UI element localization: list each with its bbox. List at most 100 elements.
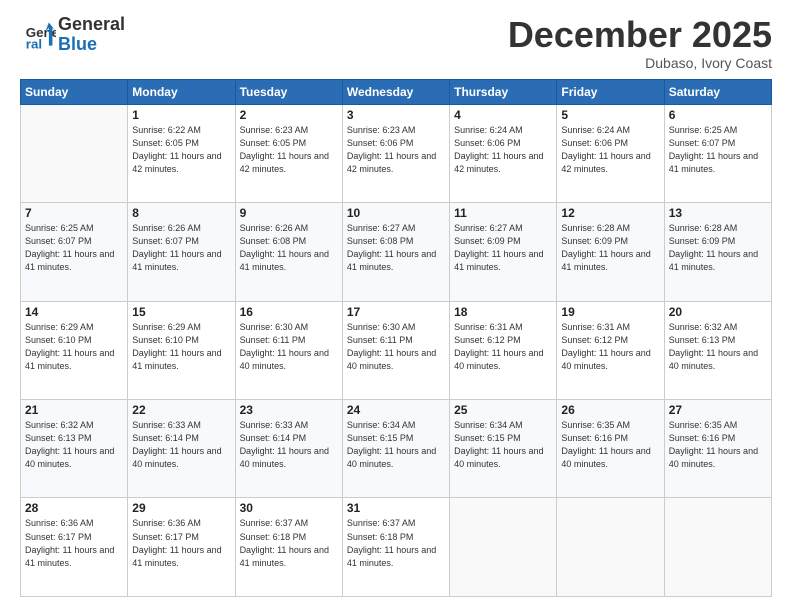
day-number: 3 — [347, 108, 445, 122]
day-detail: Sunrise: 6:24 AMSunset: 6:06 PMDaylight:… — [454, 124, 552, 176]
weekday-sunday: Sunday — [21, 79, 128, 104]
day-detail: Sunrise: 6:30 AMSunset: 6:11 PMDaylight:… — [347, 321, 445, 373]
day-number: 31 — [347, 501, 445, 515]
day-detail: Sunrise: 6:25 AMSunset: 6:07 PMDaylight:… — [25, 222, 123, 274]
calendar-cell: 18 Sunrise: 6:31 AMSunset: 6:12 PMDayligh… — [450, 301, 557, 399]
calendar-cell: 17 Sunrise: 6:30 AMSunset: 6:11 PMDayligh… — [342, 301, 449, 399]
weekday-header-row: SundayMondayTuesdayWednesdayThursdayFrid… — [21, 79, 772, 104]
calendar-cell: 7 Sunrise: 6:25 AMSunset: 6:07 PMDaylight… — [21, 203, 128, 301]
day-detail: Sunrise: 6:36 AMSunset: 6:17 PMDaylight:… — [25, 517, 123, 569]
day-detail: Sunrise: 6:27 AMSunset: 6:08 PMDaylight:… — [347, 222, 445, 274]
day-number: 22 — [132, 403, 230, 417]
day-detail: Sunrise: 6:32 AMSunset: 6:13 PMDaylight:… — [25, 419, 123, 471]
calendar-cell: 15Sunrise: 6:29 AMSunset: 6:10 PMDayligh… — [128, 301, 235, 399]
calendar-cell: 27 Sunrise: 6:35 AMSunset: 6:16 PMDayligh… — [664, 400, 771, 498]
day-detail: Sunrise: 6:34 AMSunset: 6:15 PMDaylight:… — [347, 419, 445, 471]
day-number: 7 — [25, 206, 123, 220]
day-detail: Sunrise: 6:23 AMSunset: 6:06 PMDaylight:… — [347, 124, 445, 176]
day-detail: Sunrise: 6:26 AMSunset: 6:08 PMDaylight:… — [240, 222, 338, 274]
day-number: 5 — [561, 108, 659, 122]
logo-icon: Gene ral — [24, 19, 56, 51]
day-number: 6 — [669, 108, 767, 122]
week-row-5: 28Sunrise: 6:36 AMSunset: 6:17 PMDayligh… — [21, 498, 772, 597]
calendar-cell: 2 Sunrise: 6:23 AMSunset: 6:05 PMDaylight… — [235, 104, 342, 202]
day-number: 13 — [669, 206, 767, 220]
calendar-cell: 23Sunrise: 6:33 AMSunset: 6:14 PMDayligh… — [235, 400, 342, 498]
weekday-monday: Monday — [128, 79, 235, 104]
week-row-4: 21 Sunrise: 6:32 AMSunset: 6:13 PMDayligh… — [21, 400, 772, 498]
title-block: December 2025 Dubaso, Ivory Coast — [508, 15, 772, 71]
day-detail: Sunrise: 6:35 AMSunset: 6:16 PMDaylight:… — [669, 419, 767, 471]
day-number: 21 — [25, 403, 123, 417]
calendar-cell: 13 Sunrise: 6:28 AMSunset: 6:09 PMDayligh… — [664, 203, 771, 301]
calendar-cell: 30Sunrise: 6:37 AMSunset: 6:18 PMDayligh… — [235, 498, 342, 597]
calendar-cell: 12 Sunrise: 6:28 AMSunset: 6:09 PMDayligh… — [557, 203, 664, 301]
header: Gene ral General Blue December 2025 Duba… — [20, 15, 772, 71]
day-number: 17 — [347, 305, 445, 319]
day-detail: Sunrise: 6:26 AMSunset: 6:07 PMDaylight:… — [132, 222, 230, 274]
weekday-thursday: Thursday — [450, 79, 557, 104]
calendar-cell: 25 Sunrise: 6:34 AMSunset: 6:15 PMDayligh… — [450, 400, 557, 498]
calendar-cell — [664, 498, 771, 597]
day-number: 16 — [240, 305, 338, 319]
day-number: 14 — [25, 305, 123, 319]
day-detail: Sunrise: 6:34 AMSunset: 6:15 PMDaylight:… — [454, 419, 552, 471]
day-number: 8 — [132, 206, 230, 220]
calendar-cell: 22Sunrise: 6:33 AMSunset: 6:14 PMDayligh… — [128, 400, 235, 498]
calendar-cell — [450, 498, 557, 597]
day-detail: Sunrise: 6:36 AMSunset: 6:17 PMDaylight:… — [132, 517, 230, 569]
day-number: 12 — [561, 206, 659, 220]
svg-text:ral: ral — [26, 36, 42, 51]
day-detail: Sunrise: 6:24 AMSunset: 6:06 PMDaylight:… — [561, 124, 659, 176]
day-number: 4 — [454, 108, 552, 122]
day-detail: Sunrise: 6:28 AMSunset: 6:09 PMDaylight:… — [669, 222, 767, 274]
location: Dubaso, Ivory Coast — [508, 55, 772, 71]
logo-line1: General — [58, 15, 125, 35]
day-detail: Sunrise: 6:23 AMSunset: 6:05 PMDaylight:… — [240, 124, 338, 176]
day-number: 10 — [347, 206, 445, 220]
calendar-cell: 31 Sunrise: 6:37 AMSunset: 6:18 PMDayligh… — [342, 498, 449, 597]
day-detail: Sunrise: 6:37 AMSunset: 6:18 PMDaylight:… — [347, 517, 445, 569]
calendar-cell: 29Sunrise: 6:36 AMSunset: 6:17 PMDayligh… — [128, 498, 235, 597]
day-detail: Sunrise: 6:32 AMSunset: 6:13 PMDaylight:… — [669, 321, 767, 373]
day-number: 25 — [454, 403, 552, 417]
day-detail: Sunrise: 6:35 AMSunset: 6:16 PMDaylight:… — [561, 419, 659, 471]
day-number: 19 — [561, 305, 659, 319]
logo: Gene ral General Blue — [20, 15, 125, 55]
day-number: 18 — [454, 305, 552, 319]
day-detail: Sunrise: 6:28 AMSunset: 6:09 PMDaylight:… — [561, 222, 659, 274]
day-detail: Sunrise: 6:33 AMSunset: 6:14 PMDaylight:… — [240, 419, 338, 471]
logo-line2: Blue — [58, 35, 125, 55]
calendar-cell: 6 Sunrise: 6:25 AMSunset: 6:07 PMDaylight… — [664, 104, 771, 202]
calendar-cell: 20 Sunrise: 6:32 AMSunset: 6:13 PMDayligh… — [664, 301, 771, 399]
calendar-cell: 19 Sunrise: 6:31 AMSunset: 6:12 PMDayligh… — [557, 301, 664, 399]
week-row-1: 1Sunrise: 6:22 AMSunset: 6:05 PMDaylight… — [21, 104, 772, 202]
calendar-cell: 11Sunrise: 6:27 AMSunset: 6:09 PMDayligh… — [450, 203, 557, 301]
day-number: 24 — [347, 403, 445, 417]
calendar-cell: 9 Sunrise: 6:26 AMSunset: 6:08 PMDaylight… — [235, 203, 342, 301]
weekday-wednesday: Wednesday — [342, 79, 449, 104]
day-number: 2 — [240, 108, 338, 122]
day-detail: Sunrise: 6:27 AMSunset: 6:09 PMDaylight:… — [454, 222, 552, 274]
day-number: 20 — [669, 305, 767, 319]
calendar-cell — [21, 104, 128, 202]
calendar-cell: 26 Sunrise: 6:35 AMSunset: 6:16 PMDayligh… — [557, 400, 664, 498]
calendar-cell: 21 Sunrise: 6:32 AMSunset: 6:13 PMDayligh… — [21, 400, 128, 498]
calendar-cell: 14 Sunrise: 6:29 AMSunset: 6:10 PMDayligh… — [21, 301, 128, 399]
week-row-2: 7 Sunrise: 6:25 AMSunset: 6:07 PMDaylight… — [21, 203, 772, 301]
day-detail: Sunrise: 6:25 AMSunset: 6:07 PMDaylight:… — [669, 124, 767, 176]
day-number: 26 — [561, 403, 659, 417]
day-detail: Sunrise: 6:31 AMSunset: 6:12 PMDaylight:… — [561, 321, 659, 373]
day-number: 27 — [669, 403, 767, 417]
day-detail: Sunrise: 6:22 AMSunset: 6:05 PMDaylight:… — [132, 124, 230, 176]
day-number: 9 — [240, 206, 338, 220]
calendar-cell: 28Sunrise: 6:36 AMSunset: 6:17 PMDayligh… — [21, 498, 128, 597]
day-detail: Sunrise: 6:29 AMSunset: 6:10 PMDaylight:… — [25, 321, 123, 373]
weekday-friday: Friday — [557, 79, 664, 104]
day-number: 30 — [240, 501, 338, 515]
page: Gene ral General Blue December 2025 Duba… — [0, 0, 792, 612]
month-title: December 2025 — [508, 15, 772, 55]
calendar-cell: 5 Sunrise: 6:24 AMSunset: 6:06 PMDaylight… — [557, 104, 664, 202]
day-detail: Sunrise: 6:31 AMSunset: 6:12 PMDaylight:… — [454, 321, 552, 373]
calendar-table: SundayMondayTuesdayWednesdayThursdayFrid… — [20, 79, 772, 597]
